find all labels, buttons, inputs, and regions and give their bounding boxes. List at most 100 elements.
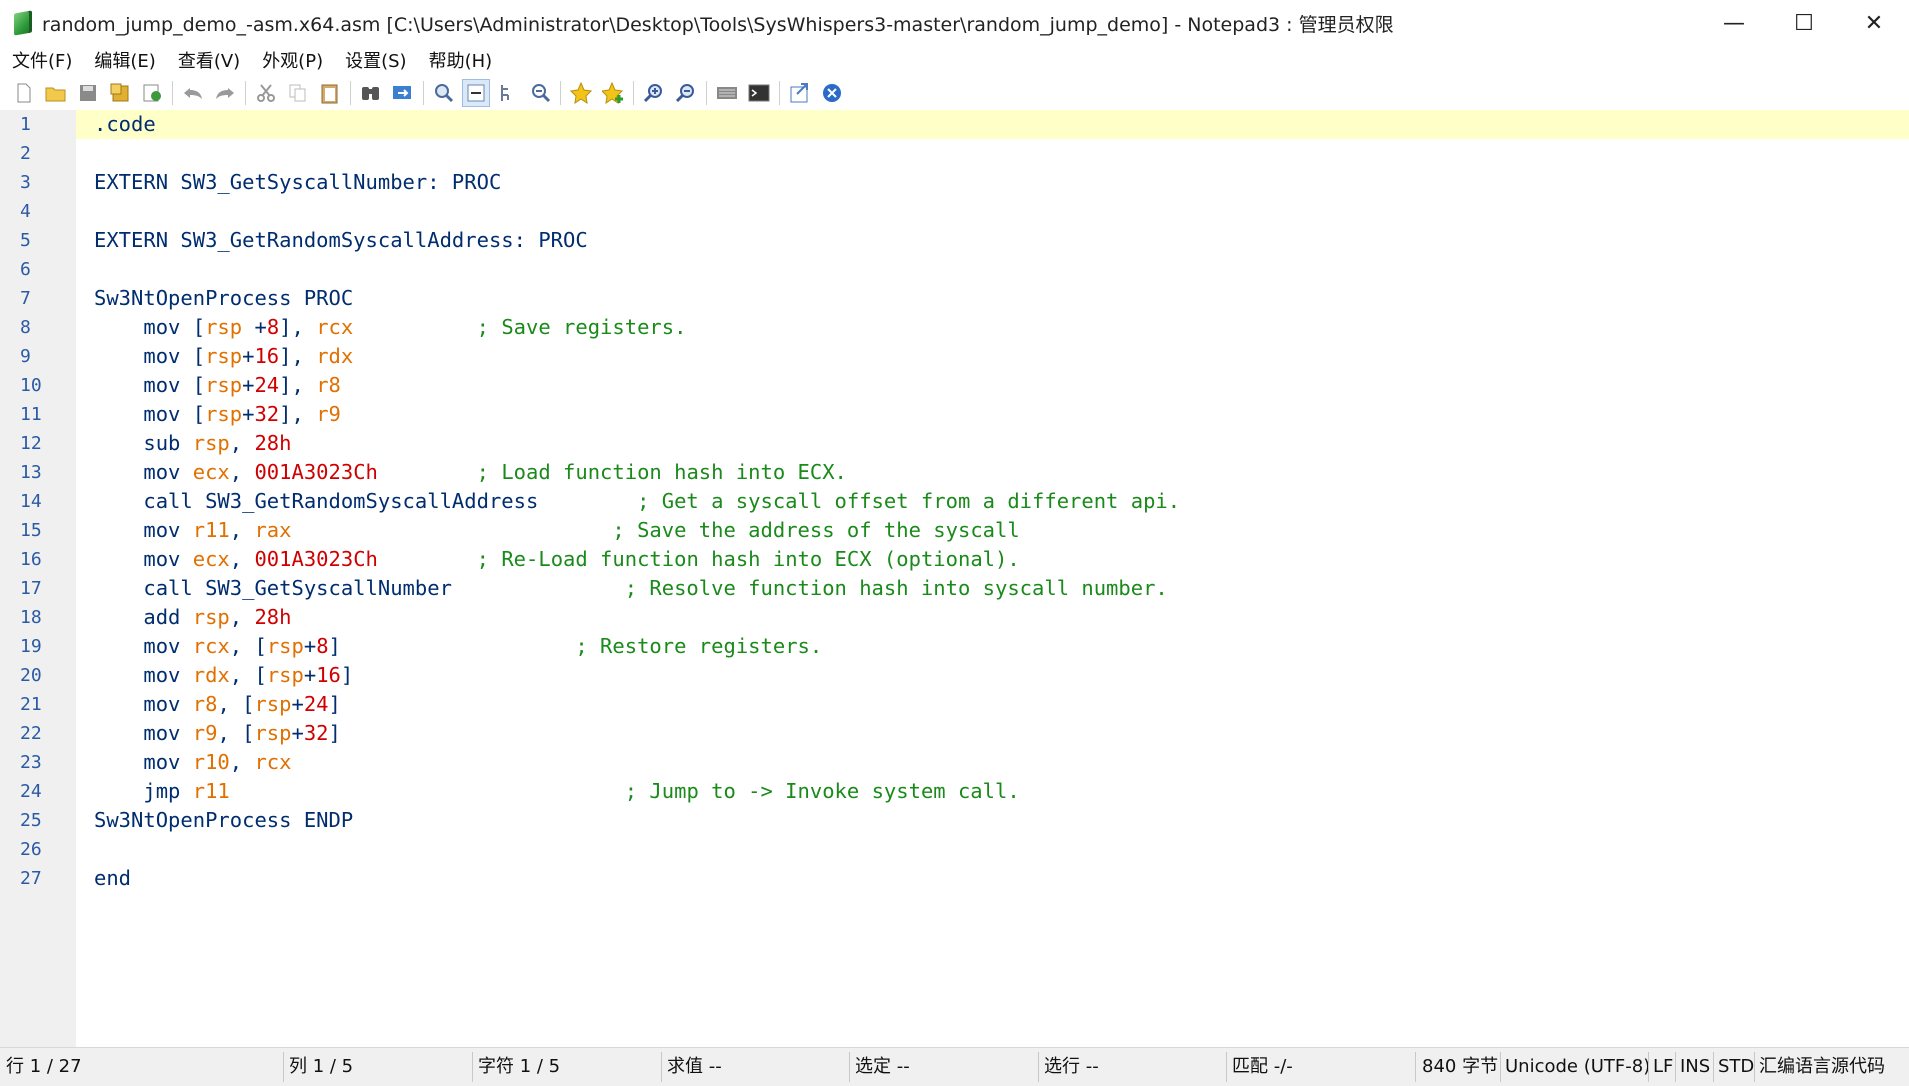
menu-edit[interactable]: 编辑(E) xyxy=(82,47,165,73)
code-line[interactable]: mov r9, [rsp+32] xyxy=(94,719,341,748)
code-line[interactable]: jmp r11 ; Jump to -> Invoke system call. xyxy=(94,777,1019,806)
status-divider xyxy=(1754,1052,1755,1082)
code-register: rsp xyxy=(192,605,230,629)
menu-appearance[interactable]: 外观(P) xyxy=(250,47,333,73)
code-editor[interactable]: 1 2 3 4 5 6 7 8 9 10 11 12 13 14 15 16 1… xyxy=(0,110,1909,1047)
code-line[interactable]: mov [rsp+24], r8 xyxy=(94,371,341,400)
add-favorite-icon[interactable] xyxy=(599,79,627,107)
toolbar xyxy=(0,74,1909,113)
copy-to-icon[interactable] xyxy=(138,79,166,107)
close-button[interactable]: ✕ xyxy=(1839,0,1909,46)
code-token: , [ xyxy=(217,721,255,745)
code-line[interactable]: call SW3_GetSyscallNumber ; Resolve func… xyxy=(94,574,1167,603)
current-line-highlight xyxy=(76,110,1909,139)
line-number: 2 xyxy=(20,143,31,164)
status-encoding[interactable]: Unicode (UTF-8) xyxy=(1505,1048,1650,1086)
status-std[interactable]: STD xyxy=(1718,1048,1754,1086)
code-token: mov [ xyxy=(94,344,206,368)
zoom-in-icon[interactable] xyxy=(640,79,668,107)
code-line[interactable]: mov r8, [rsp+24] xyxy=(94,690,341,719)
status-bar: 行 1 / 27 列 1 / 5 字符 1 / 5 求值 -- 选定 -- 选行… xyxy=(0,1047,1909,1086)
code-line[interactable]: mov [rsp+16], rdx xyxy=(94,342,353,371)
menu-help[interactable]: 帮助(H) xyxy=(417,47,503,73)
line-number: 8 xyxy=(20,317,31,338)
save-icon[interactable] xyxy=(74,79,102,107)
menu-file[interactable]: 文件(F) xyxy=(0,47,82,73)
code-comment: ; Restore registers. xyxy=(575,634,823,658)
code-line[interactable]: EXTERN SW3_GetRandomSyscallAddress: PROC xyxy=(94,226,588,255)
code-token: , xyxy=(229,518,255,542)
code-line[interactable]: mov r11, rax ; Save the address of the s… xyxy=(94,516,1019,545)
code-token: , xyxy=(229,431,255,455)
redo-icon[interactable] xyxy=(211,79,239,107)
code-number: 001A3023Ch xyxy=(254,547,378,571)
status-divider xyxy=(1648,1052,1649,1082)
minimize-button[interactable]: — xyxy=(1699,0,1769,46)
find-next-icon[interactable] xyxy=(430,79,458,107)
code-line[interactable]: .code xyxy=(94,110,156,139)
code-register: ecx xyxy=(192,547,230,571)
code-register: rax xyxy=(254,518,292,542)
code-comment: ; Re-Load function hash into ECX (option… xyxy=(476,547,1020,571)
menu-view[interactable]: 查看(V) xyxy=(166,47,250,73)
undo-icon[interactable] xyxy=(179,79,207,107)
line-number: 15 xyxy=(20,520,42,541)
code-line[interactable]: mov ecx, 001A3023Ch ; Re-Load function h… xyxy=(94,545,1020,574)
zoom-out-icon[interactable] xyxy=(672,79,700,107)
code-register: rsp xyxy=(254,721,292,745)
favorites-icon[interactable] xyxy=(567,79,595,107)
code-line[interactable]: mov rcx, [rsp+8] ; Restore registers. xyxy=(94,632,822,661)
code-register: rsp xyxy=(205,373,243,397)
indent-guides-icon[interactable] xyxy=(494,79,522,107)
line-number: 7 xyxy=(20,288,31,309)
line-number: 21 xyxy=(20,694,42,715)
status-file-size: 840 字节 xyxy=(1422,1056,1499,1077)
status-divider xyxy=(1415,1052,1416,1082)
replace-icon[interactable] xyxy=(389,79,417,107)
word-wrap-icon[interactable] xyxy=(462,79,490,107)
code-line[interactable]: sub rsp, 28h xyxy=(94,429,291,458)
paste-icon[interactable] xyxy=(316,79,344,107)
code-token: mov xyxy=(94,750,193,774)
code-line[interactable]: Sw3NtOpenProcess PROC xyxy=(94,284,353,313)
menu-bar: 文件(F) 编辑(E) 查看(V) 外观(P) 设置(S) 帮助(H) xyxy=(0,46,1909,74)
open-file-icon[interactable] xyxy=(42,79,70,107)
line-number: 14 xyxy=(20,491,42,512)
code-line[interactable]: Sw3NtOpenProcess ENDP xyxy=(94,806,353,835)
code-token: + xyxy=(242,402,255,426)
exit-icon[interactable] xyxy=(818,79,846,107)
export-icon[interactable] xyxy=(786,79,814,107)
keyboard-icon[interactable] xyxy=(713,79,741,107)
code-line[interactable]: mov [rsp +8], rcx ; Save registers. xyxy=(94,313,686,342)
status-eol[interactable]: LF xyxy=(1653,1048,1673,1086)
copy-icon[interactable] xyxy=(284,79,312,107)
code-line[interactable]: mov ecx, 001A3023Ch ; Load function hash… xyxy=(94,458,847,487)
save-as-icon[interactable] xyxy=(106,79,134,107)
status-match: 匹配 -/- xyxy=(1232,1056,1293,1077)
code-register: r11 xyxy=(192,518,230,542)
status-ins[interactable]: INS xyxy=(1680,1048,1710,1086)
code-line[interactable]: mov [rsp+32], r9 xyxy=(94,400,341,429)
code-register: rdx xyxy=(316,344,354,368)
code-number: 16 xyxy=(316,663,341,687)
cut-icon[interactable] xyxy=(252,79,280,107)
code-register: r9 xyxy=(192,721,218,745)
code-line[interactable]: mov r10, rcx xyxy=(94,748,291,777)
code-line[interactable]: call SW3_GetRandomSyscallAddress ; Get a… xyxy=(94,487,1180,516)
code-token: mov [ xyxy=(94,315,206,339)
maximize-button[interactable]: ☐ xyxy=(1769,0,1839,46)
find-icon[interactable] xyxy=(357,79,385,107)
code-register: rsp xyxy=(266,663,304,687)
find-in-files-icon[interactable] xyxy=(526,79,554,107)
code-number: 16 xyxy=(254,344,280,368)
code-line[interactable]: EXTERN SW3_GetSyscallNumber: PROC xyxy=(94,168,501,197)
terminal-icon[interactable] xyxy=(745,79,773,107)
code-line[interactable]: end xyxy=(94,864,131,893)
code-line[interactable]: add rsp, 28h xyxy=(94,603,291,632)
new-file-icon[interactable] xyxy=(10,79,38,107)
status-lexer[interactable]: 汇编语言源代码 xyxy=(1759,1048,1885,1086)
code-token: call SW3_GetRandomSyscallAddress xyxy=(94,489,638,513)
code-token: ], xyxy=(279,373,317,397)
menu-settings[interactable]: 设置(S) xyxy=(333,47,416,73)
code-line[interactable]: mov rdx, [rsp+16] xyxy=(94,661,353,690)
